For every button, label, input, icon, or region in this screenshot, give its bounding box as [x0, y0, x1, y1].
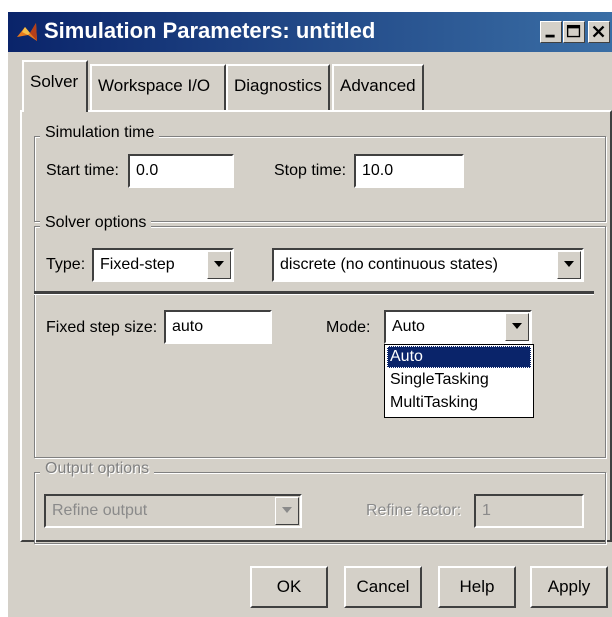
solver-select[interactable]: discrete (no continuous states) [272, 248, 584, 282]
options-separator [34, 291, 594, 295]
dialog-window: Simulation Parameters: untitled Solver W… [8, 12, 612, 617]
tab-label: Advanced [340, 76, 416, 95]
mode-option-auto[interactable]: Auto [387, 346, 531, 368]
mode-select[interactable]: Auto [384, 310, 532, 344]
tab-workspace-io[interactable]: Workspace I/O [90, 64, 226, 110]
stop-time-label: Stop time: [274, 162, 347, 179]
solver-type-value: Fixed-step [100, 256, 175, 273]
tab-diagnostics[interactable]: Diagnostics [226, 64, 330, 110]
tab-label: Solver [30, 72, 79, 91]
matlab-logo-icon [16, 21, 38, 43]
apply-button[interactable]: Apply [530, 566, 608, 608]
tab-label: Diagnostics [234, 76, 322, 95]
stop-time-input[interactable]: 10.0 [354, 154, 464, 188]
refine-output-select[interactable]: Refine output [44, 494, 302, 528]
window-title: Simulation Parameters: untitled [44, 18, 376, 43]
refine-output-value: Refine output [52, 502, 148, 519]
mode-value: Auto [392, 318, 425, 335]
maximize-button[interactable] [563, 21, 585, 43]
refine-factor-input[interactable]: 1 [474, 494, 584, 528]
help-button[interactable]: Help [438, 566, 516, 608]
fixed-step-size-input[interactable]: auto [164, 310, 272, 344]
minimize-icon [545, 34, 555, 38]
solver-type-select[interactable]: Fixed-step [92, 248, 234, 282]
start-time-input[interactable]: 0.0 [128, 154, 234, 188]
mode-option-singletasking[interactable]: SingleTasking [387, 369, 531, 391]
close-icon [592, 25, 605, 38]
simulation-time-legend: Simulation time [40, 124, 160, 142]
solver-value: discrete (no continuous states) [280, 256, 498, 273]
type-label: Type: [46, 256, 86, 273]
dropdown-arrow-icon [557, 251, 581, 279]
title-bar[interactable]: Simulation Parameters: untitled [8, 12, 612, 52]
mode-label: Mode: [326, 319, 371, 336]
tab-solver[interactable]: Solver [22, 60, 88, 112]
tab-label: Workspace I/O [98, 76, 211, 95]
maximize-icon [566, 24, 581, 38]
dropdown-arrow-icon [505, 313, 529, 341]
refine-factor-label: Refine factor: [366, 502, 462, 519]
solver-options-legend: Solver options [40, 214, 152, 232]
start-time-label: Start time: [46, 162, 119, 179]
mode-dropdown-list: Auto SingleTasking MultiTasking [384, 344, 534, 418]
cancel-button[interactable]: Cancel [344, 566, 422, 608]
fixed-step-size-label: Fixed step size: [46, 319, 158, 336]
ok-button[interactable]: OK [250, 566, 328, 608]
output-options-legend: Output options [40, 460, 155, 478]
minimize-button[interactable] [540, 21, 562, 43]
dropdown-arrow-icon [207, 251, 231, 279]
dropdown-arrow-icon [275, 497, 299, 525]
tab-advanced[interactable]: Advanced [332, 64, 424, 110]
close-button[interactable] [588, 21, 610, 43]
mode-option-multitasking[interactable]: MultiTasking [387, 392, 531, 414]
